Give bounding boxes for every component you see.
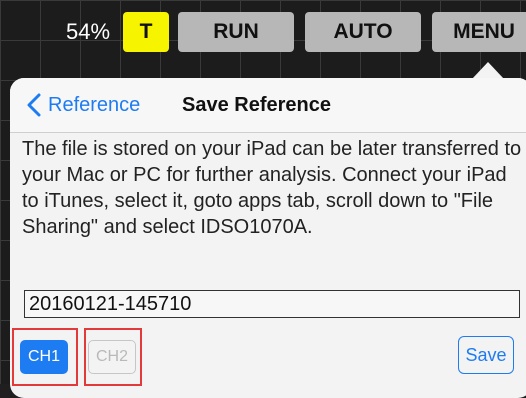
popover-title: Save Reference: [182, 94, 331, 116]
ch2-button[interactable]: CH2: [88, 340, 136, 374]
back-button[interactable]: Reference: [26, 90, 140, 120]
save-reference-popover: Reference Save Reference The file is sto…: [10, 78, 526, 398]
run-button[interactable]: RUN: [178, 12, 294, 52]
battery-level: 54%: [65, 19, 111, 44]
popover-arrow: [472, 62, 504, 79]
popover-navbar: Reference Save Reference: [10, 78, 526, 133]
chevron-left-icon: [27, 93, 41, 117]
auto-button[interactable]: AUTO: [305, 12, 421, 52]
menu-button[interactable]: MENU: [432, 12, 526, 52]
save-button[interactable]: Save: [458, 336, 514, 374]
top-toolbar: 54% T RUN AUTO MENU: [0, 0, 526, 62]
filename-field[interactable]: 20160121-145710: [24, 290, 520, 318]
trigger-button[interactable]: T: [123, 12, 169, 52]
ch1-button[interactable]: CH1: [20, 340, 68, 374]
description-text: The file is stored on your iPad can be l…: [22, 138, 522, 238]
back-label: Reference: [48, 93, 141, 116]
